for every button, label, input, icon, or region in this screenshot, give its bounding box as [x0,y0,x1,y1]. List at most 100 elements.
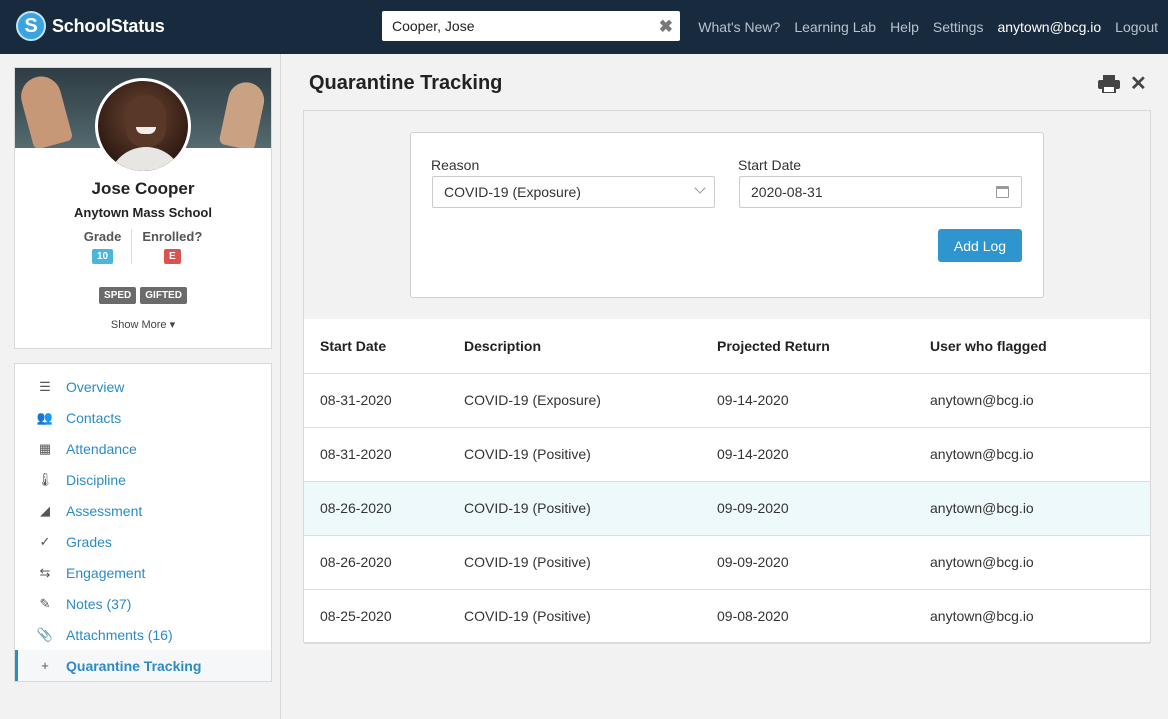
main-content: Quarantine Tracking ✕ Reason COVID-19 (E… [280,54,1168,719]
quarantine-panel: Reason COVID-19 (Exposure) Start Date 20… [303,110,1151,644]
student-profile-card: Jose Cooper Anytown Mass School Grade 10… [14,67,272,349]
nav-settings[interactable]: Settings [933,19,984,35]
page-title: Quarantine Tracking [309,72,503,94]
enrolled-label: Enrolled? [142,229,203,244]
add-log-form: Reason COVID-19 (Exposure) Start Date 20… [410,132,1044,298]
sidebar-item-label: Quarantine Tracking [66,657,202,674]
reason-select[interactable]: COVID-19 (Exposure) [432,176,715,208]
column-header-user-who-flagged: User who flagged [930,319,1150,374]
table-header-row: Start Date Description Projected Return … [304,319,1150,374]
nav-help[interactable]: Help [890,19,919,35]
banner-decoration [218,78,268,148]
cell-projected-return: 09-14-2020 [717,427,930,482]
student-sidebar-menu: ☰ Overview 👥 Contacts ▦ Attendance 🌡 Dis… [14,363,272,682]
contacts-icon: 👥 [36,409,54,425]
cell-projected-return: 09-09-2020 [717,481,930,536]
sidebar-item-notes[interactable]: ✎ Notes (37) [15,588,271,619]
column-header-projected-return: Projected Return [717,319,930,374]
paperclip-icon: 📎 [36,626,54,642]
cell-start-date: 08-31-2020 [304,427,464,482]
enrolled-stat: Enrolled? E [131,229,212,264]
cell-description: COVID-19 (Positive) [464,535,717,590]
banner-decoration [16,72,74,148]
cell-description: COVID-19 (Positive) [464,481,717,536]
table-row[interactable]: 08-25-2020 COVID-19 (Positive) 09-08-202… [304,589,1150,644]
print-icon[interactable] [1098,75,1120,93]
grade-stat: Grade 10 [74,229,132,264]
sidebar-item-grades[interactable]: ✓ Grades [15,526,271,557]
student-name: Jose Cooper [91,179,195,198]
cell-user: anytown@bcg.io [930,535,1150,590]
area-chart-icon: ◢ [40,502,50,518]
sidebar-item-label: Grades [66,533,112,550]
cell-user: anytown@bcg.io [930,481,1150,536]
checkmark-icon: ✓ [39,533,51,549]
sidebar-item-label: Engagement [66,564,146,581]
top-nav-links: What's New? Learning Lab Help Settings a… [698,0,1158,54]
close-icon[interactable]: ✕ [1130,71,1147,96]
sidebar-item-overview[interactable]: ☰ Overview [15,371,271,402]
search-input[interactable] [392,18,652,34]
clear-search-icon[interactable]: ✖ [659,17,673,37]
avatar-shirt [108,147,184,171]
student-avatar [95,78,191,174]
sidebar-item-engagement[interactable]: ⇆ Engagement [15,557,271,588]
sidebar-item-quarantine-tracking[interactable]: + Quarantine Tracking [15,650,271,681]
nav-logout[interactable]: Logout [1115,19,1158,35]
sidebar-item-assessment[interactable]: ◢ Assessment [15,495,271,526]
cell-start-date: 08-26-2020 [304,481,464,536]
column-header-description: Description [464,319,717,374]
thermometer-icon: 🌡 [36,471,54,487]
cell-start-date: 08-25-2020 [304,589,464,644]
calendar-icon: ▦ [38,440,52,456]
pencil-icon: ✎ [39,595,51,611]
sidebar-item-discipline[interactable]: 🌡 Discipline [15,464,271,495]
sidebar-item-label: Contacts [66,409,122,426]
app-name: SchoolStatus [52,15,165,36]
user-email-link[interactable]: anytown@bcg.io [997,19,1101,35]
start-date-value: 2020-08-31 [751,184,823,200]
reason-value: COVID-19 (Exposure) [444,184,581,200]
cell-user: anytown@bcg.io [930,427,1150,482]
reason-label: Reason [431,157,480,173]
table-row[interactable]: 08-31-2020 COVID-19 (Positive) 09-14-202… [304,427,1150,482]
sidebar-item-contacts[interactable]: 👥 Contacts [15,402,271,433]
start-date-input[interactable]: 2020-08-31 [739,176,1022,208]
add-log-form-area: Reason COVID-19 (Exposure) Start Date 20… [304,111,1150,319]
start-date-label: Start Date [738,157,802,173]
table-row[interactable]: 08-31-2020 COVID-19 (Exposure) 09-14-202… [304,373,1150,428]
student-school: Anytown Mass School [74,205,212,220]
calendar-icon [996,186,1009,198]
chevron-down-icon [694,182,706,194]
grade-label: Grade [83,229,122,244]
list-icon: ☰ [39,378,51,394]
sidebar-item-attendance[interactable]: ▦ Attendance [15,433,271,464]
cell-projected-return: 09-09-2020 [717,535,930,590]
table-row[interactable]: 08-26-2020 COVID-19 (Positive) 09-09-202… [304,535,1150,590]
cell-projected-return: 09-14-2020 [717,373,930,428]
cell-user: anytown@bcg.io [930,589,1150,644]
schoolstatus-logo-icon: S [16,11,46,41]
sidebar-item-label: Notes (37) [66,595,132,612]
cell-start-date: 08-31-2020 [304,373,464,428]
sidebar-item-attachments[interactable]: 📎 Attachments (16) [15,619,271,650]
student-stats: Grade 10 Enrolled? E [15,229,271,264]
nav-whats-new[interactable]: What's New? [698,19,780,35]
sidebar-item-label: Overview [66,378,125,395]
cell-description: COVID-19 (Exposure) [464,373,717,428]
cell-start-date: 08-26-2020 [304,535,464,590]
table-row[interactable]: 08-26-2020 COVID-19 (Positive) 09-09-202… [304,481,1150,536]
tag-gifted: GIFTED [140,287,187,304]
sidebar-item-label: Discipline [66,471,126,488]
app-logo[interactable]: S SchoolStatus [16,11,165,41]
cell-description: COVID-19 (Positive) [464,427,717,482]
sidebar-item-label: Assessment [66,502,143,519]
show-more-link[interactable]: Show More ▾ [15,318,271,331]
nav-learning-lab[interactable]: Learning Lab [794,19,876,35]
sidebar-item-label: Attendance [66,440,137,457]
student-search: ✖ [382,11,680,41]
enrolled-badge: E [163,249,181,264]
plus-icon: + [41,658,49,673]
cell-description: COVID-19 (Positive) [464,589,717,644]
add-log-button[interactable]: Add Log [938,229,1022,262]
